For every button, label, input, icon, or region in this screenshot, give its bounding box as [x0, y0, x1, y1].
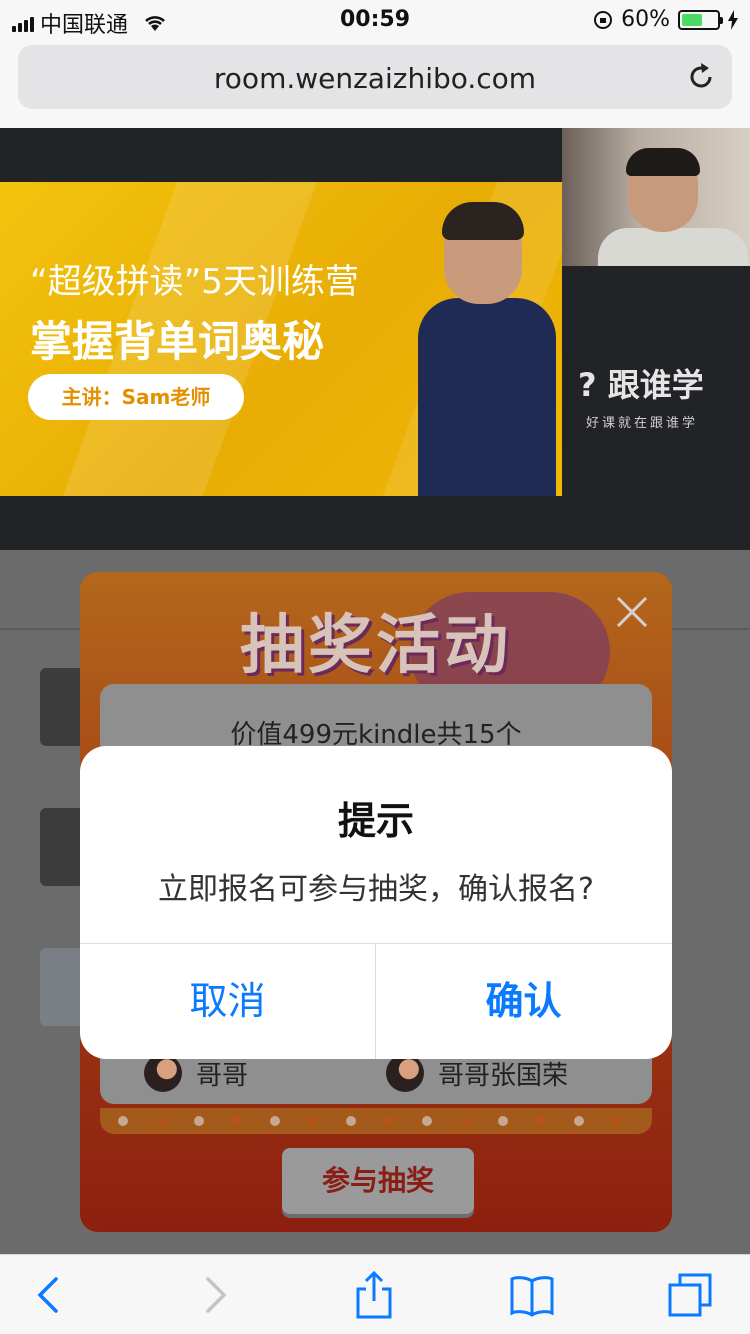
bookmarks-icon[interactable] [508, 1271, 556, 1319]
brand-name: 跟谁学 [607, 366, 704, 404]
forward-icon[interactable] [190, 1271, 238, 1319]
marquee-dot [460, 1116, 470, 1126]
url-text: room.wenzaizhibo.com [213, 62, 537, 95]
winner-item: 哥哥张国荣 [386, 1054, 568, 1092]
webcam-feed[interactable] [562, 128, 750, 266]
marquee-lights [100, 1108, 652, 1134]
lottery-title: 抽奖活动 [240, 609, 512, 683]
marquee-dot [498, 1116, 508, 1126]
banner-title: 掌握背单词奥秘 [30, 317, 325, 366]
marquee-dot [270, 1116, 280, 1126]
avatar [144, 1054, 182, 1092]
marquee-dot [232, 1116, 242, 1126]
marquee-dot [156, 1116, 166, 1126]
list-thumbnail [40, 808, 84, 886]
marquee-dot [194, 1116, 204, 1126]
marquee-dot [536, 1116, 546, 1126]
confirm-button[interactable]: 确认 [376, 944, 671, 1059]
winner-name: 哥哥张国荣 [438, 1060, 569, 1091]
banner-subtitle: “超级拼读”5天训练营 [30, 262, 359, 302]
status-right: 60% [593, 7, 738, 32]
winner-name: 哥哥 [196, 1060, 249, 1091]
presenter-photo [410, 202, 560, 496]
charging-icon [728, 9, 738, 30]
share-icon[interactable] [350, 1271, 398, 1319]
tabs-icon[interactable] [666, 1271, 714, 1319]
avatar [386, 1054, 424, 1092]
address-bar[interactable]: room.wenzaizhibo.com [18, 45, 732, 109]
marquee-dot [574, 1116, 584, 1126]
brand-watermark: ? 跟谁学 好课就在跟谁学 [578, 360, 748, 431]
alert-title: 提示 [337, 799, 414, 843]
join-lottery-button[interactable]: 参与抽奖 [282, 1148, 474, 1214]
list-thumbnail [40, 948, 84, 1026]
browser-toolbar [0, 1254, 750, 1334]
close-icon[interactable] [614, 594, 650, 630]
cancel-button[interactable]: 取消 [80, 944, 375, 1059]
marquee-dot [118, 1116, 128, 1126]
alert-message: 立即报名可参与抽奖，确认报名? [158, 872, 594, 907]
marquee-dot [346, 1116, 356, 1126]
marquee-dot [384, 1116, 394, 1126]
marquee-dot [422, 1116, 432, 1126]
battery-percent: 60% [621, 7, 670, 32]
battery-icon [678, 9, 723, 30]
brand-slogan: 好课就在跟谁学 [586, 416, 699, 431]
brand-logo-icon: ? [578, 366, 597, 404]
course-banner: “超级拼读”5天训练营 掌握背单词奥秘 主讲：Sam老师 [0, 182, 562, 496]
banner-speaker: 主讲：Sam老师 [28, 374, 244, 420]
marquee-dot [308, 1116, 318, 1126]
reload-icon[interactable] [684, 60, 718, 94]
live-video-area[interactable]: “超级拼读”5天训练营 掌握背单词奥秘 主讲：Sam老师 ? 跟谁学 好课就在跟… [0, 128, 750, 550]
address-bar-area: room.wenzaizhibo.com [0, 40, 750, 128]
winner-item: 哥哥 [144, 1054, 248, 1092]
orientation-lock-icon [594, 10, 613, 29]
back-icon[interactable] [26, 1271, 74, 1319]
marquee-dot [612, 1116, 622, 1126]
status-bar: 中国联通 00:59 60% [0, 0, 750, 40]
confirm-alert: 提示 立即报名可参与抽奖，确认报名? 取消 确认 [80, 746, 672, 1059]
list-thumbnail [40, 668, 84, 746]
